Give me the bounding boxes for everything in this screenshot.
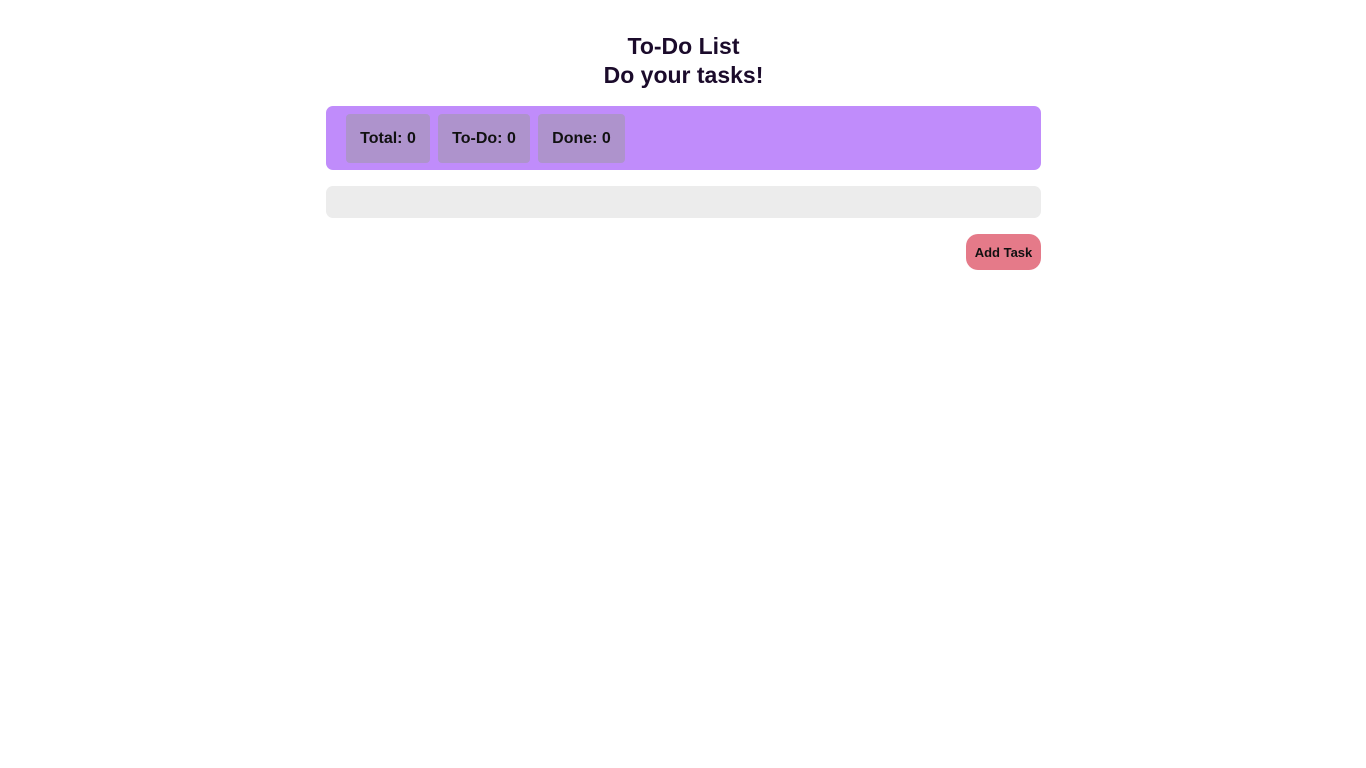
stats-bar: Total: 0 To-Do: 0 Done: 0: [326, 106, 1041, 170]
add-task-button[interactable]: Add Task: [966, 234, 1041, 270]
stat-todo: To-Do: 0: [438, 114, 530, 163]
stat-done: Done: 0: [538, 114, 625, 163]
stat-total: Total: 0: [346, 114, 430, 163]
page-subtitle: Do your tasks!: [603, 62, 764, 88]
page-title: To-Do List: [627, 33, 740, 59]
task-list: [326, 186, 1041, 218]
